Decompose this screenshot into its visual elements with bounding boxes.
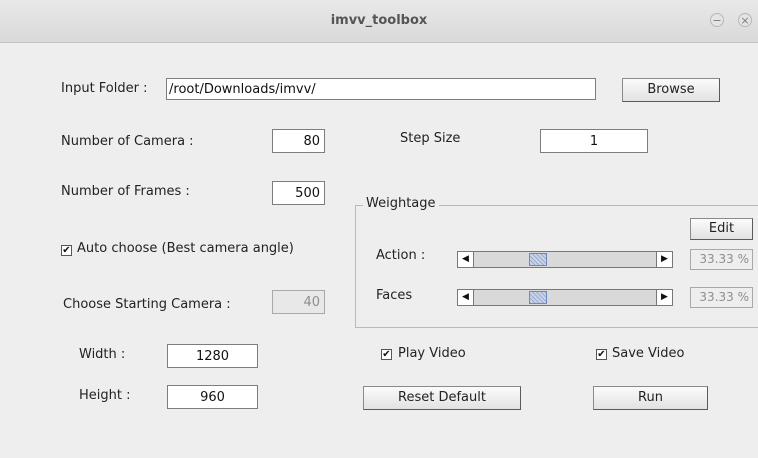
height-field[interactable] (167, 385, 258, 409)
auto-choose-label: Auto choose (Best camera angle) (77, 241, 294, 256)
action-label: Action : (376, 248, 426, 263)
num-camera-label: Number of Camera : (61, 134, 194, 149)
minimize-button[interactable]: − (710, 13, 724, 27)
input-folder-label: Input Folder : (61, 81, 148, 96)
width-label: Width : (79, 347, 126, 362)
window-title: imvv_toolbox (330, 13, 428, 28)
num-camera-field[interactable] (272, 129, 325, 153)
arrow-right-icon: ▶ (661, 254, 668, 264)
close-icon: × (740, 14, 750, 27)
app-window: imvv_toolbox − × Input Folder : Browse N… (0, 0, 758, 458)
play-video-label: Play Video (398, 346, 466, 361)
auto-choose-checkbox[interactable]: ✔ (61, 245, 72, 256)
action-slider-thumb[interactable] (528, 253, 547, 266)
num-frames-label: Number of Frames : (61, 184, 190, 199)
edit-button[interactable]: Edit (690, 218, 753, 240)
save-video-label: Save Video (612, 346, 685, 361)
save-video-checkbox[interactable]: ✔ (596, 349, 607, 360)
action-slider-right-arrow[interactable]: ▶ (656, 252, 672, 267)
step-size-label: Step Size (400, 131, 461, 146)
checkmark-icon: ✔ (62, 245, 71, 256)
action-slider[interactable]: ◀ ▶ (457, 251, 673, 268)
starting-camera-field (272, 290, 325, 314)
arrow-left-icon: ◀ (462, 254, 469, 264)
checkmark-icon: ✔ (382, 349, 391, 360)
num-frames-field[interactable] (272, 181, 325, 205)
faces-percent-display: 33.33 % (690, 287, 753, 308)
close-button[interactable]: × (738, 13, 752, 27)
width-field[interactable] (167, 344, 258, 368)
reset-default-button[interactable]: Reset Default (363, 386, 521, 410)
weightage-group-title: Weightage (363, 196, 439, 211)
run-button[interactable]: Run (593, 386, 708, 410)
action-slider-left-arrow[interactable]: ◀ (458, 252, 474, 267)
play-video-checkbox[interactable]: ✔ (381, 349, 392, 360)
arrow-right-icon: ▶ (661, 292, 668, 302)
minimize-icon: − (712, 14, 722, 27)
faces-slider-right-arrow[interactable]: ▶ (656, 290, 672, 305)
starting-camera-label: Choose Starting Camera : (63, 297, 231, 312)
step-size-field[interactable] (540, 129, 648, 153)
action-percent-display: 33.33 % (690, 249, 753, 270)
browse-button[interactable]: Browse (622, 78, 720, 102)
faces-slider-thumb[interactable] (528, 291, 547, 304)
title-bar: imvv_toolbox − × (0, 0, 758, 43)
input-folder-field[interactable] (166, 78, 596, 100)
height-label: Height : (79, 388, 131, 403)
faces-slider-left-arrow[interactable]: ◀ (458, 290, 474, 305)
faces-slider[interactable]: ◀ ▶ (457, 289, 673, 306)
faces-label: Faces (376, 288, 413, 303)
arrow-left-icon: ◀ (462, 292, 469, 302)
checkmark-icon: ✔ (597, 349, 606, 360)
